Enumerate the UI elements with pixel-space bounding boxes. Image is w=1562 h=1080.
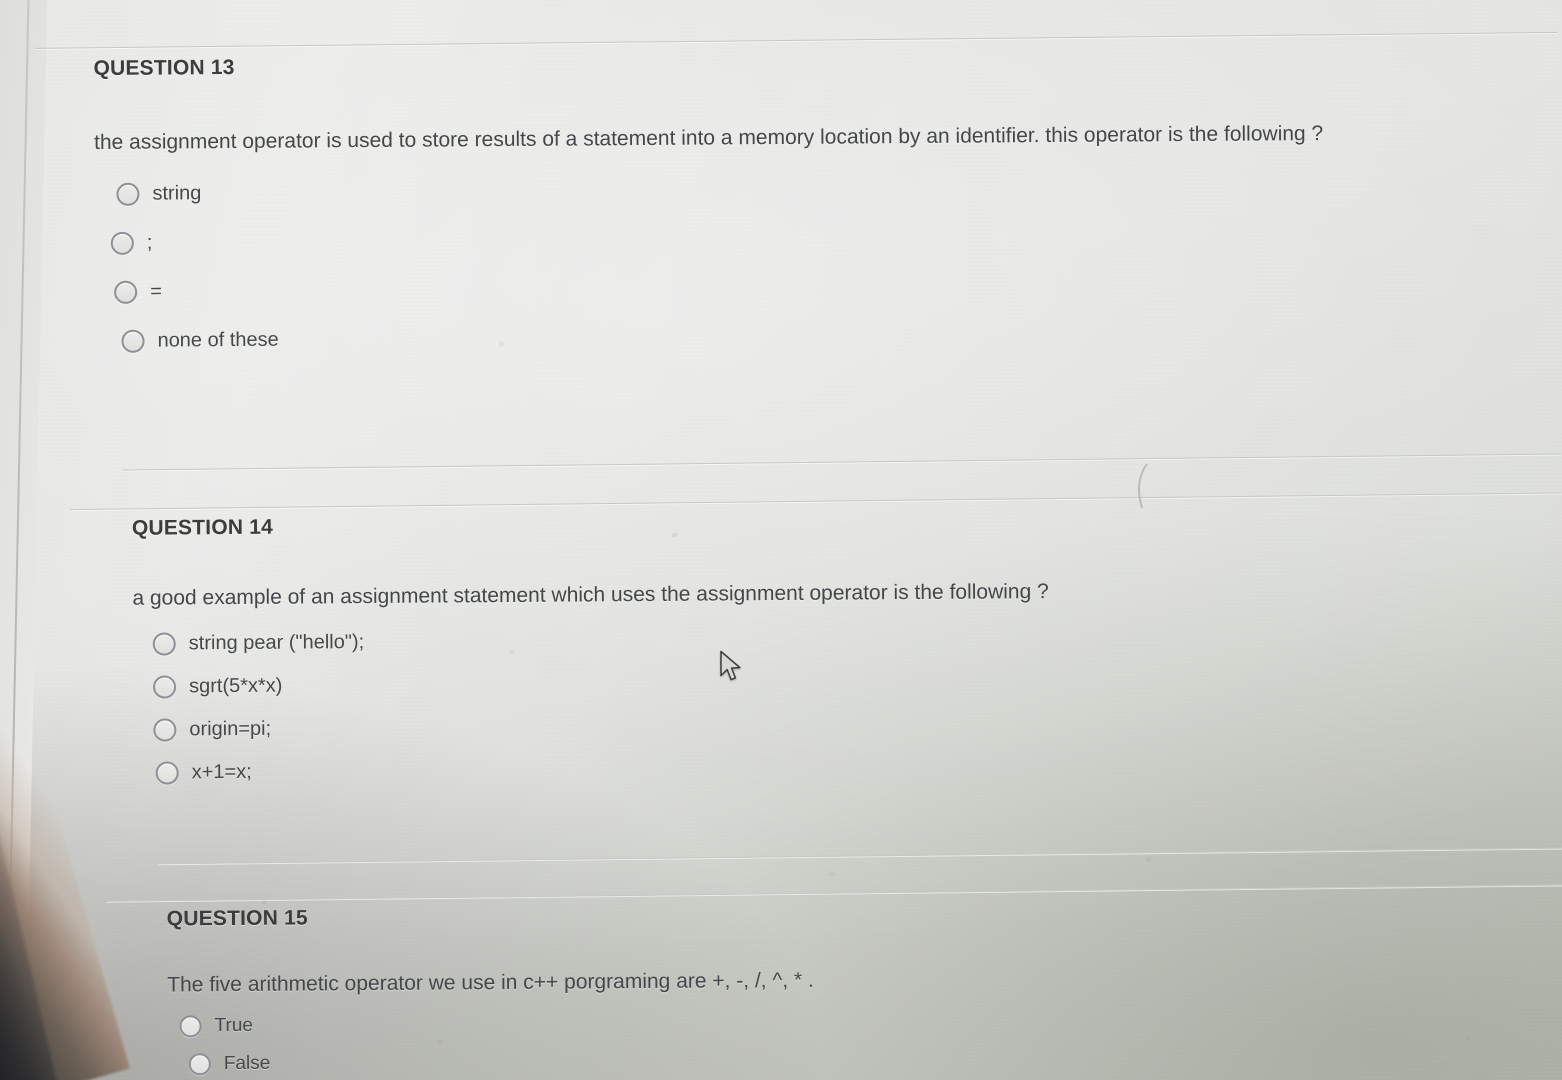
option-label: none of these [157, 328, 279, 352]
radio-button-icon[interactable] [179, 1015, 202, 1038]
question-13-title: QUESTION 13 [93, 55, 235, 81]
quiz-screen-photo: QUESTION 13 the assignment operator is u… [0, 0, 1562, 1080]
screen-scratch [1138, 463, 1148, 509]
question-13-option-3[interactable]: none of these [121, 320, 1515, 353]
question-13-option-0[interactable]: string [116, 173, 1514, 206]
option-label: x+1=x; [191, 760, 252, 784]
question-14-options: string pear ("hello"); sgrt(5*x*x) origi… [152, 623, 1494, 785]
question-15-option-1[interactable]: False [188, 1044, 1468, 1076]
question-13-option-1[interactable]: ; [110, 222, 1515, 255]
question-14-option-0[interactable]: string pear ("hello"); [152, 623, 1493, 656]
radio-button-icon[interactable] [188, 1053, 211, 1076]
question-15-option-0[interactable]: True [179, 1006, 1467, 1038]
option-label: origin=pi; [189, 717, 272, 741]
radio-button-icon[interactable] [152, 632, 176, 656]
question-13-text: the assignment operator is used to store… [93, 122, 1324, 155]
option-label: ; [146, 231, 153, 254]
option-label: False [223, 1052, 271, 1075]
divider-below-question-13 [121, 453, 1562, 471]
radio-button-icon[interactable] [153, 718, 177, 742]
radio-button-icon[interactable] [116, 182, 140, 206]
question-14-text: a good example of an assignment statemen… [132, 580, 1049, 610]
question-block-14: QUESTION 14 a good example of an assignm… [132, 507, 1494, 805]
question-15-options: True False [179, 1006, 1468, 1076]
option-label: sgrt(5*x*x) [188, 674, 283, 698]
quiz-content: QUESTION 13 the assignment operator is u… [0, 0, 1562, 1080]
question-13-option-2[interactable]: = [114, 271, 1515, 304]
radio-button-icon[interactable] [114, 280, 138, 304]
question-14-option-3[interactable]: x+1=x; [155, 752, 1494, 785]
option-label: = [150, 280, 162, 303]
option-label: string pear ("hello"); [188, 630, 365, 655]
question-14-option-2[interactable]: origin=pi; [153, 709, 1493, 742]
question-15-text: The five arithmetic operator we use in c… [167, 968, 814, 997]
question-14-option-1[interactable]: sgrt(5*x*x) [152, 666, 1493, 699]
question-15-title: QUESTION 15 [166, 906, 308, 931]
question-13-options: string ; = none of these [110, 173, 1515, 353]
radio-button-icon[interactable] [110, 231, 134, 255]
radio-button-icon[interactable] [155, 761, 179, 785]
radio-button-icon[interactable] [152, 675, 177, 699]
option-label: string [152, 182, 202, 205]
question-block-15: QUESTION 15 The five arithmetic operator… [167, 898, 1468, 1080]
divider-below-question-14 [158, 847, 1562, 865]
radio-button-icon[interactable] [121, 329, 145, 353]
question-14-title: QUESTION 14 [131, 515, 274, 540]
option-label: True [214, 1014, 253, 1037]
divider-above-question-13 [34, 31, 1559, 49]
question-block-13: QUESTION 13 the assignment operator is u… [93, 47, 1515, 379]
